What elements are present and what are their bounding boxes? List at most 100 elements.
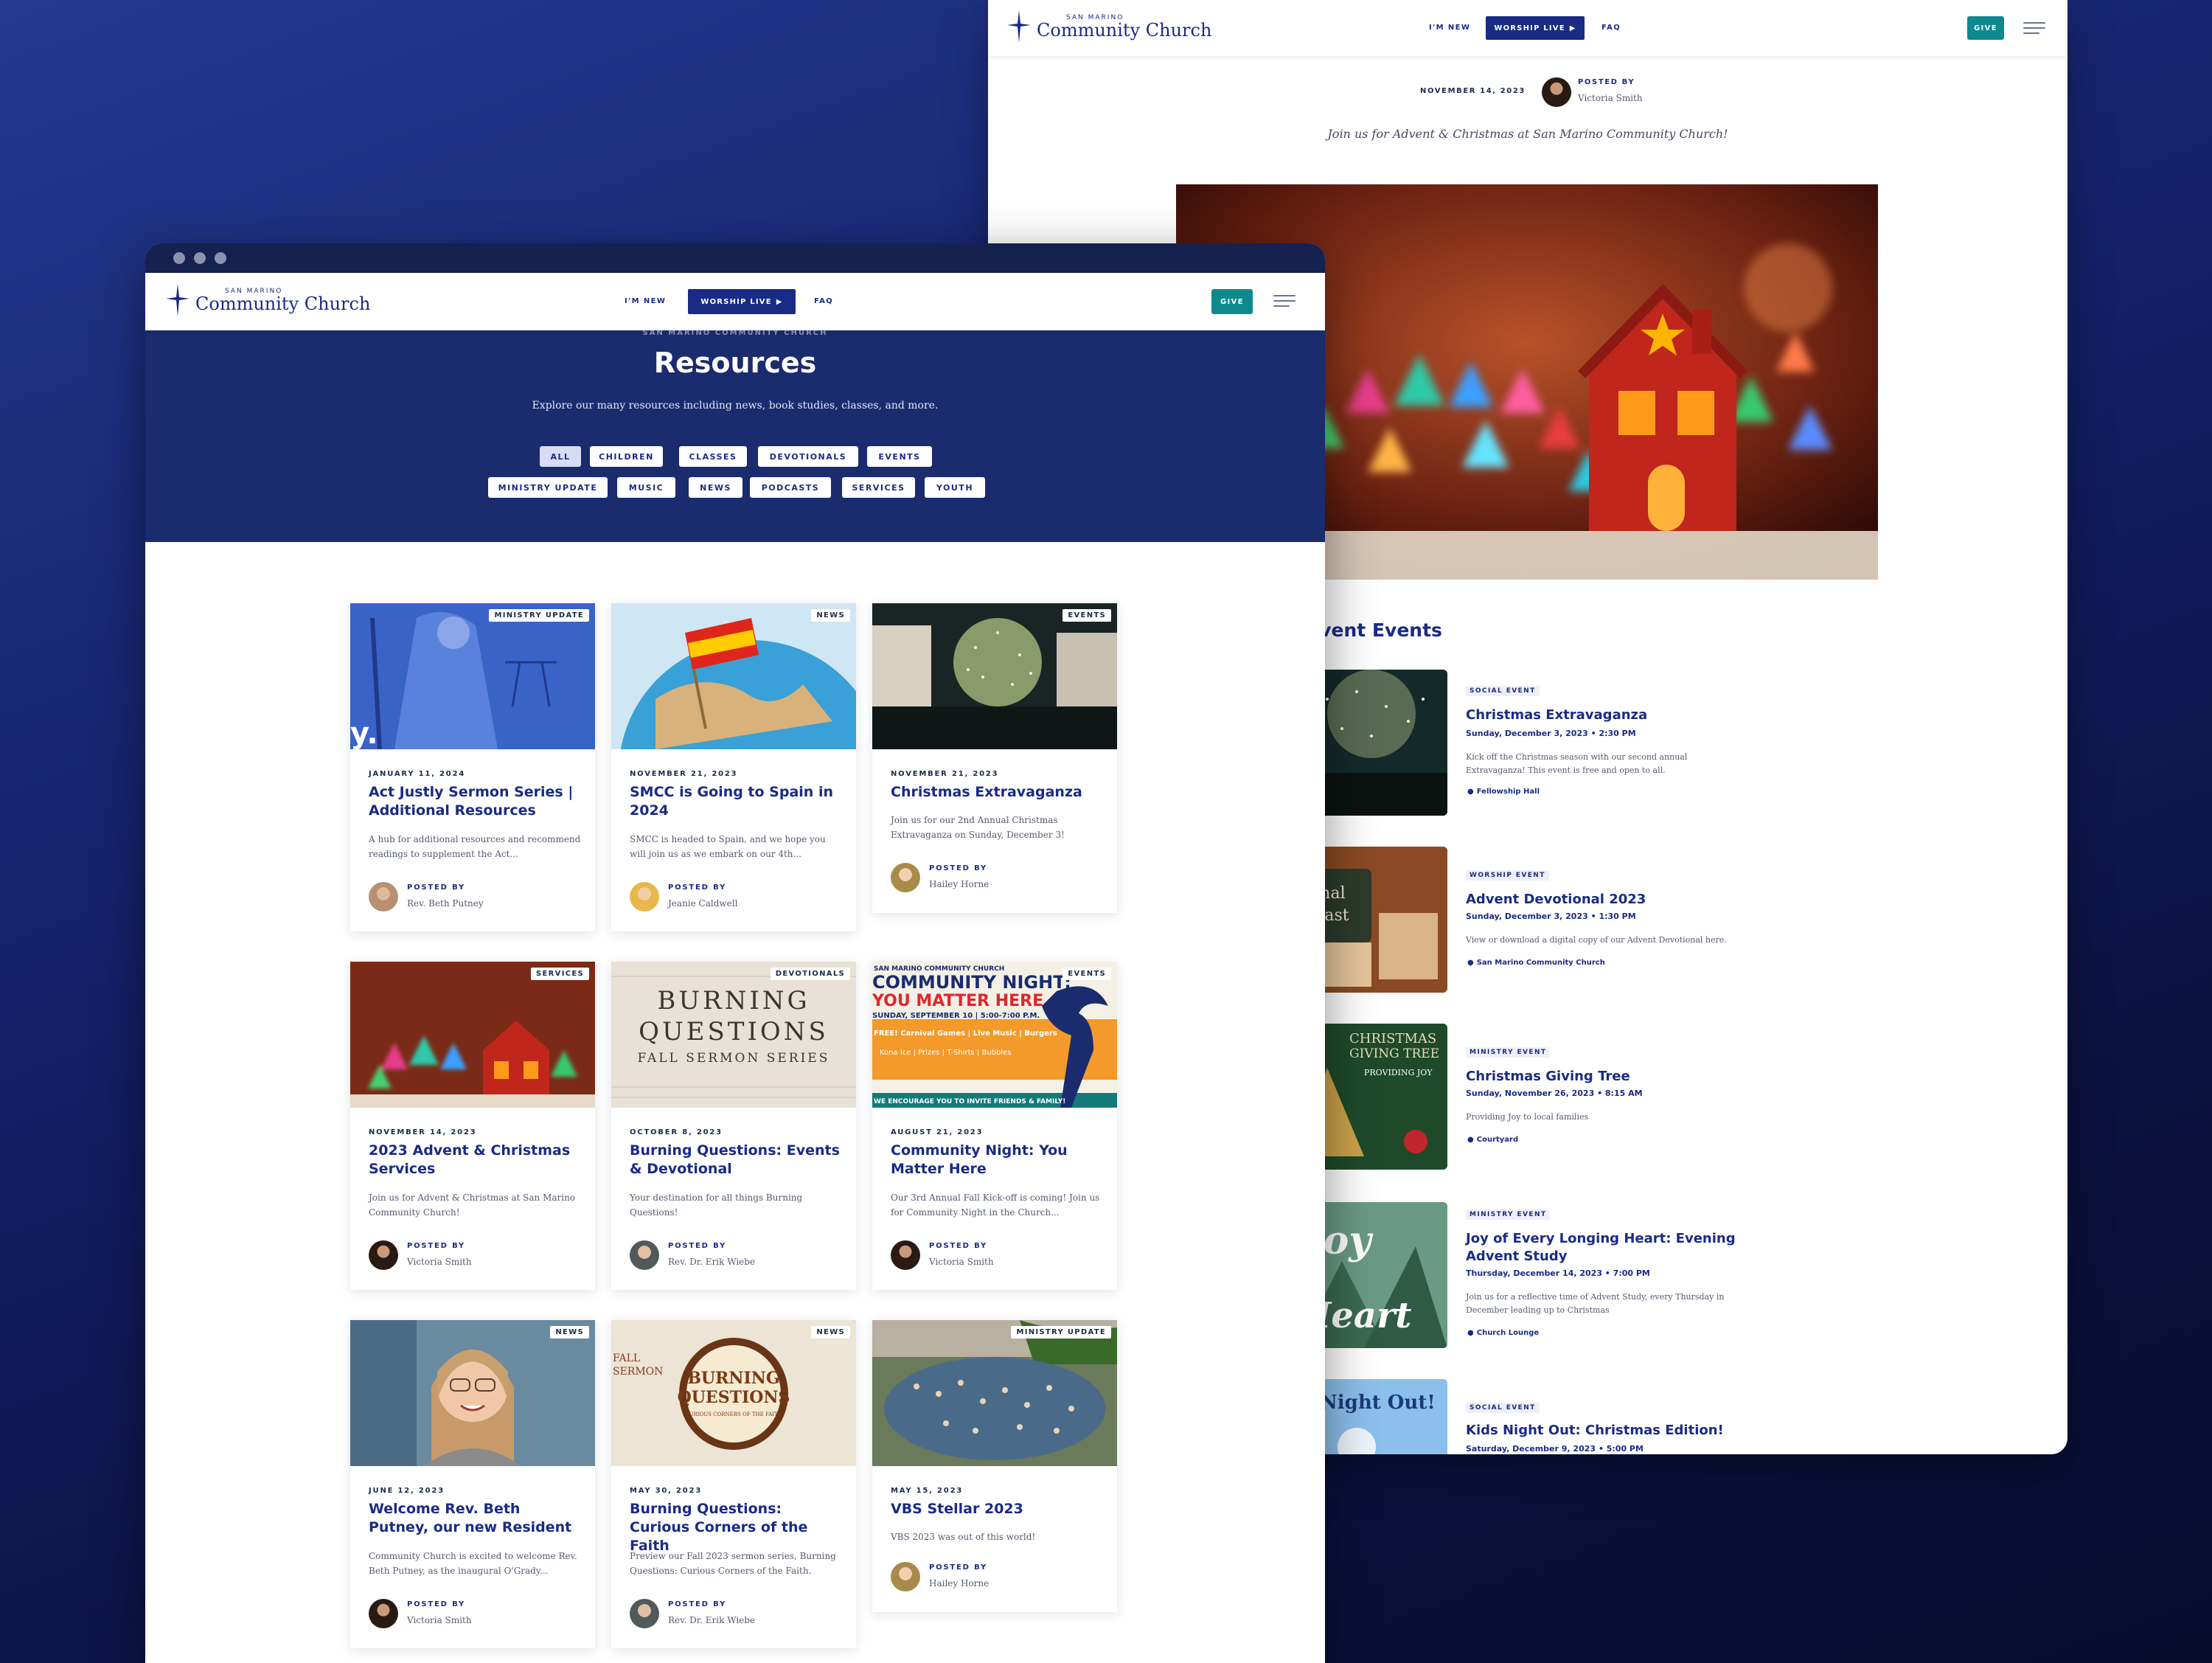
worship-live-button[interactable]: WORSHIP LIVE ▶ bbox=[688, 289, 796, 314]
event-title[interactable]: Advent Devotional 2023 bbox=[1466, 891, 1761, 909]
card-date: AUGUST 21, 2023 bbox=[891, 1128, 984, 1136]
filter-youth[interactable]: YOUTH bbox=[925, 477, 985, 498]
give-button[interactable]: GIVE bbox=[1211, 289, 1253, 314]
card-title[interactable]: Burning Questions: Curious Corners of th… bbox=[630, 1500, 844, 1555]
card-title[interactable]: Christmas Extravaganza bbox=[891, 783, 1105, 802]
nav-im-new[interactable]: I'M NEW bbox=[625, 297, 666, 305]
card-category-tag: EVENTS bbox=[1062, 609, 1111, 622]
card-image bbox=[350, 1320, 595, 1466]
card-title[interactable]: VBS Stellar 2023 bbox=[891, 1500, 1105, 1518]
filter-music[interactable]: MUSIC bbox=[617, 477, 675, 498]
filter-classes[interactable]: CLASSES bbox=[679, 446, 747, 467]
event-tag: MINISTRY EVENT bbox=[1466, 1209, 1551, 1220]
posted-by-label: POSTED BY bbox=[929, 1563, 987, 1572]
browser-chrome bbox=[145, 243, 1325, 273]
nav-im-new[interactable]: I'M NEW bbox=[1429, 24, 1470, 32]
card-category-tag: NEWS bbox=[811, 609, 850, 622]
author-avatar bbox=[630, 1240, 659, 1270]
posted-by-label: POSTED BY bbox=[407, 1242, 465, 1250]
event-desc: View or download a digital copy of our A… bbox=[1466, 935, 1727, 945]
filter-ministry-update[interactable]: MINISTRY UPDATE bbox=[488, 477, 608, 498]
author-name: Rev. Beth Putney bbox=[407, 898, 484, 909]
filter-services[interactable]: SERVICES bbox=[842, 477, 915, 498]
top-nav: SAN MARINO Community Church I'M NEW WORSH… bbox=[145, 273, 1325, 330]
card-category-tag: NEWS bbox=[550, 1326, 589, 1339]
filter-all[interactable]: ALL bbox=[540, 446, 581, 467]
event-title[interactable]: Christmas Extravaganza bbox=[1466, 706, 1761, 724]
card-desc: SMCC is headed to Spain, and we hope you… bbox=[630, 834, 826, 859]
resource-card[interactable]: SERVICES NOVEMBER 14, 2023 2023 Advent &… bbox=[350, 962, 595, 1290]
card-category-tag: SERVICES bbox=[531, 968, 589, 980]
card-title[interactable]: 2023 Advent & Christmas Services bbox=[369, 1142, 582, 1178]
pin-icon: ● bbox=[1467, 1136, 1474, 1144]
top-nav: SAN MARINO Community Church I'M NEW WORSH… bbox=[988, 0, 2067, 56]
card-title[interactable]: Community Night: You Matter Here bbox=[891, 1142, 1105, 1178]
event-title[interactable]: Christmas Giving Tree bbox=[1466, 1068, 1761, 1086]
window-dot-icon[interactable] bbox=[194, 252, 206, 264]
pin-icon: ● bbox=[1467, 788, 1474, 796]
author-avatar bbox=[1542, 77, 1571, 107]
author-name: Victoria Smith bbox=[1578, 93, 1643, 103]
filter-news[interactable]: NEWS bbox=[689, 477, 742, 498]
resource-card[interactable]: SAN MARINO COMMUNITY CHURCH COMMUNITY NI… bbox=[872, 962, 1117, 1290]
nav-faq[interactable]: FAQ bbox=[814, 297, 833, 305]
window-dot-icon[interactable] bbox=[215, 252, 226, 264]
resource-card[interactable]: NEWS JUNE 12, 2023 Welcome Rev. Beth Put… bbox=[350, 1320, 595, 1648]
author-avatar bbox=[630, 882, 659, 912]
posted-by-label: POSTED BY bbox=[407, 883, 465, 892]
event-title[interactable]: Kids Night Out: Christmas Edition! bbox=[1466, 1422, 1761, 1440]
resource-card[interactable]: MINISTRY UPDATE MAY 15, 2023 VBS Stellar… bbox=[872, 1320, 1117, 1612]
card-desc: Join us for Advent & Christmas at San Ma… bbox=[369, 1192, 576, 1218]
resource-card[interactable]: NEWS NOVEMBER 21, 2023 SMCC is Going to … bbox=[611, 603, 856, 931]
resource-card[interactable]: y. MINISTRY UPDATE JANUARY 11, 2024 Act … bbox=[350, 603, 595, 931]
card-title[interactable]: Act Justly Sermon Series | Additional Re… bbox=[369, 783, 582, 820]
video-icon: ▶ bbox=[1569, 24, 1576, 32]
svg-text:YOU MATTER HERE: YOU MATTER HERE bbox=[872, 992, 1043, 1010]
card-category-tag: EVENTS bbox=[1062, 968, 1111, 980]
article-intro: Join us for Advent & Christmas at San Ma… bbox=[1327, 127, 1728, 141]
card-image: BURNING QUESTIONS FALL SERMON SERIES bbox=[611, 962, 856, 1108]
resource-card[interactable]: EVENTS NOVEMBER 21, 2023 Christmas Extra… bbox=[872, 603, 1117, 913]
author-name: Victoria Smith bbox=[407, 1615, 472, 1625]
event-tag: SOCIAL EVENT bbox=[1466, 1403, 1540, 1413]
resources-hero: SAN MARINO COMMUNITY CHURCH Resources Ex… bbox=[145, 329, 1325, 542]
card-category-tag: MINISTRY UPDATE bbox=[1011, 1326, 1111, 1339]
svg-text:CHRISTMAS: CHRISTMAS bbox=[1349, 1031, 1436, 1046]
pin-icon: ● bbox=[1467, 1329, 1474, 1337]
event-tag: SOCIAL EVENT bbox=[1466, 686, 1540, 696]
church-logo[interactable]: SAN MARINO Community Church bbox=[1007, 10, 1211, 43]
give-button[interactable]: GIVE bbox=[1967, 16, 2004, 40]
resource-card[interactable]: BURNING QUESTIONS CURIOUS CORNERS OF THE… bbox=[611, 1320, 856, 1648]
svg-text:FALL SERMON SERIES: FALL SERMON SERIES bbox=[638, 1051, 830, 1066]
author-name: Hailey Horne bbox=[929, 879, 990, 889]
card-image bbox=[872, 603, 1117, 749]
nav-faq[interactable]: FAQ bbox=[1601, 24, 1621, 32]
window-dot-icon[interactable] bbox=[173, 252, 185, 264]
card-title[interactable]: Welcome Rev. Beth Putney, our new Reside… bbox=[369, 1500, 582, 1537]
church-logo[interactable]: SAN MARINO Community Church bbox=[166, 283, 370, 317]
event-when: Saturday, December 9, 2023 • 5:00 PM bbox=[1466, 1444, 1644, 1453]
posted-by-label: POSTED BY bbox=[1578, 78, 1635, 86]
card-title[interactable]: SMCC is Going to Spain in 2024 bbox=[630, 783, 844, 820]
event-tag: WORSHIP EVENT bbox=[1466, 870, 1549, 881]
filter-events[interactable]: EVENTS bbox=[867, 446, 932, 467]
event-desc: Kick off the Christmas season with our s… bbox=[1466, 752, 1688, 775]
filter-children[interactable]: CHILDREN bbox=[590, 446, 663, 467]
menu-icon[interactable] bbox=[1273, 295, 1295, 307]
event-when: Sunday, December 3, 2023 • 2:30 PM bbox=[1466, 729, 1636, 738]
filter-podcasts[interactable]: PODCASTS bbox=[750, 477, 831, 498]
filter-devotionals[interactable]: DEVOTIONALS bbox=[758, 446, 858, 467]
event-title[interactable]: Joy of Every Longing Heart: Evening Adve… bbox=[1466, 1230, 1761, 1266]
card-image: BURNING QUESTIONS CURIOUS CORNERS OF THE… bbox=[611, 1320, 856, 1466]
svg-text:BURNING: BURNING bbox=[687, 1369, 779, 1388]
event-when: Sunday, November 26, 2023 • 8:15 AM bbox=[1466, 1089, 1643, 1098]
page-title: Resources bbox=[653, 347, 817, 379]
svg-text:CURIOUS CORNERS OF THE FAITH: CURIOUS CORNERS OF THE FAITH bbox=[685, 1412, 782, 1417]
menu-icon[interactable] bbox=[2023, 22, 2045, 34]
card-desc: Our 3rd Annual Fall Kick-off is coming! … bbox=[891, 1192, 1100, 1218]
worship-live-button[interactable]: WORSHIP LIVE ▶ bbox=[1486, 16, 1585, 40]
card-desc: Preview our Fall 2023 sermon series, Bur… bbox=[630, 1551, 836, 1576]
card-title[interactable]: Burning Questions: Events & Devotional bbox=[630, 1142, 844, 1178]
resource-card[interactable]: BURNING QUESTIONS FALL SERMON SERIES DEV… bbox=[611, 962, 856, 1290]
author-avatar bbox=[630, 1599, 659, 1628]
